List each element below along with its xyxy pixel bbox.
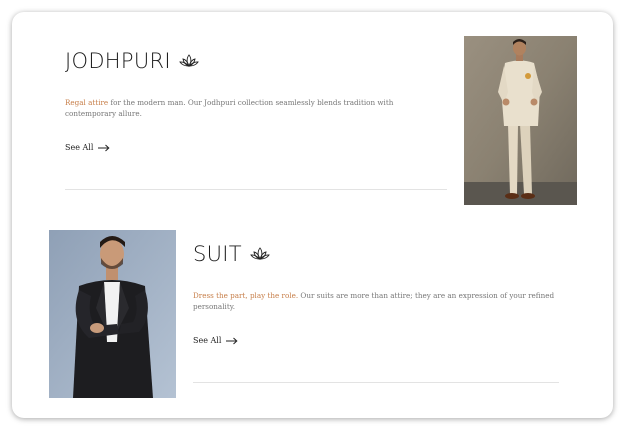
- lotus-icon: [250, 247, 270, 260]
- jodhpuri-see-all-link[interactable]: See All: [65, 143, 110, 152]
- arrow-right-icon: [98, 144, 110, 151]
- collections-card: JODHPURI Regal attire for the modern man…: [12, 12, 613, 418]
- suit-model-image: [49, 230, 176, 398]
- jodhpuri-heading: JODHPURI: [65, 49, 199, 73]
- jodhpuri-model-image: [464, 36, 577, 205]
- see-all-label: See All: [65, 143, 94, 152]
- jodhpuri-tagline-accent: Regal attire: [65, 98, 109, 107]
- suit-divider: [193, 382, 559, 383]
- suit-heading: SUIT: [193, 242, 270, 266]
- arrow-right-icon: [226, 337, 238, 344]
- see-all-label: See All: [193, 336, 222, 345]
- lotus-icon: [179, 54, 199, 67]
- jodhpuri-description: Regal attire for the modern man. Our Jod…: [65, 97, 445, 119]
- jodhpuri-tagline-text: for the modern man. Our Jodhpuri collect…: [65, 98, 394, 118]
- suit-see-all-link[interactable]: See All: [193, 336, 238, 345]
- suit-description: Dress the part, play the role. Our suits…: [193, 290, 558, 312]
- suit-title: SUIT: [193, 242, 242, 266]
- jodhpuri-divider: [65, 189, 447, 190]
- suit-tagline-accent: Dress the part, play the role.: [193, 291, 299, 300]
- jodhpuri-title: JODHPURI: [65, 49, 171, 73]
